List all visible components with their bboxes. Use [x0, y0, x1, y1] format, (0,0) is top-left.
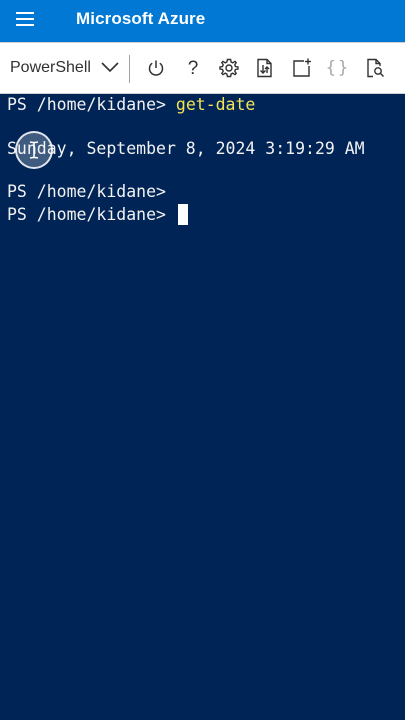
settings-button[interactable]: [215, 54, 243, 82]
web-preview-button[interactable]: [361, 54, 389, 82]
editor-braces-icon: {}: [325, 57, 351, 78]
terminal-line-4: PS /home/kidane>: [7, 204, 188, 226]
web-preview-icon: [367, 58, 384, 78]
power-icon: [148, 60, 164, 76]
shell-type-label: PowerShell: [10, 59, 91, 76]
portal-title: Microsoft Azure: [76, 9, 206, 28]
help-icon: ?: [187, 57, 199, 79]
command-text: get-date: [175, 95, 256, 114]
help-button[interactable]: ?: [179, 54, 207, 82]
terminal-line-3: PS /home/kidane>: [7, 182, 166, 201]
shell-type-dropdown[interactable]: PowerShell: [0, 43, 128, 93]
chevron-down-icon: [101, 62, 119, 73]
terminal-cursor: [177, 204, 188, 225]
upload-download-button[interactable]: [251, 54, 279, 82]
toolbar-divider: [129, 55, 130, 83]
hamburger-menu-icon[interactable]: [16, 12, 34, 26]
terminal-line-2: Sunday, September 8, 2024 3:19:29 AM: [7, 139, 365, 158]
open-editor-button[interactable]: {}: [324, 54, 352, 82]
cloud-shell-toolbar: PowerShell ? {}: [0, 42, 405, 94]
azure-header-bar: Microsoft Azure: [0, 0, 405, 42]
azure-cloud-shell-app: Microsoft Azure PowerShell ? {} PS /home…: [0, 0, 405, 720]
terminal-output-area[interactable]: PS /home/kidane> get-date Sunday, Septem…: [0, 94, 405, 720]
prompt-text: PS /home/kidane>: [7, 95, 176, 114]
upload-download-icon: [257, 58, 272, 78]
touch-pointer-indicator: [15, 131, 53, 169]
open-new-session-button[interactable]: [288, 54, 316, 82]
terminal-line-1: PS /home/kidane> get-date: [7, 94, 255, 116]
new-session-icon: [293, 58, 311, 77]
prompt-text: PS /home/kidane>: [7, 205, 176, 224]
settings-gear-icon: [219, 58, 239, 78]
text-cursor-icon: [29, 141, 39, 159]
restart-power-button[interactable]: [142, 54, 170, 82]
